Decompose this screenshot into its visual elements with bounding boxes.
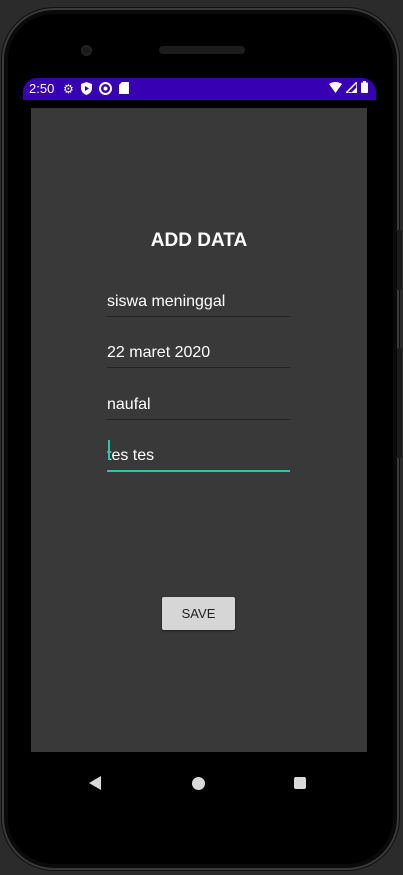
status-time: 2:50 <box>29 81 55 96</box>
notification-icons: ⚙ <box>63 82 129 98</box>
date-field-value: 22 maret 2020 <box>107 344 211 361</box>
navigation-bar <box>31 752 367 816</box>
vpn-icon <box>98 82 112 98</box>
subject-field[interactable]: siswa meninggal <box>107 288 290 317</box>
front-camera <box>81 45 92 56</box>
app-screen: ADD DATA siswa meninggal 22 maret 2020 n… <box>31 108 367 752</box>
text-cursor <box>108 440 110 460</box>
page-title: ADD DATA <box>150 230 248 251</box>
name-field[interactable]: naufal <box>107 391 290 420</box>
description-field-value: tes tes <box>107 447 155 464</box>
earpiece-speaker <box>159 46 245 54</box>
description-field[interactable]: tes tes <box>107 440 290 472</box>
recents-icon[interactable] <box>294 777 306 789</box>
signal-icon <box>344 80 358 96</box>
wifi-icon <box>329 81 342 96</box>
date-field[interactable]: 22 maret 2020 <box>107 339 290 368</box>
volume-button[interactable] <box>397 230 402 290</box>
subject-field-value: siswa meninggal <box>107 293 226 310</box>
power-button[interactable] <box>397 348 402 458</box>
home-icon[interactable] <box>192 777 205 790</box>
battery-icon <box>361 81 368 96</box>
name-field-value: naufal <box>107 396 151 413</box>
status-bar: 2:50 ⚙ <box>23 78 376 100</box>
back-icon[interactable] <box>89 776 101 790</box>
gear-icon: ⚙ <box>63 82 74 96</box>
system-icons <box>329 80 368 96</box>
sd-card-icon <box>118 82 129 98</box>
save-button[interactable]: SAVE <box>162 597 235 630</box>
description-field-content: tes tes <box>107 440 155 465</box>
shield-icon <box>80 82 92 98</box>
